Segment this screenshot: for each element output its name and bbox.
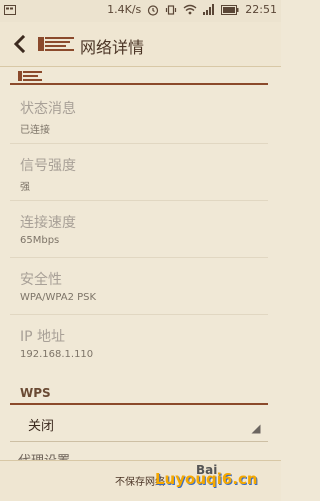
page-title: 网络详情 (80, 38, 145, 57)
app-bar: 网络详情 (0, 22, 281, 67)
brand-logo-icon (18, 71, 42, 81)
vibrate-icon (166, 4, 177, 15)
alarm-icon (148, 4, 159, 16)
detail-value: 192.168.1.110 (20, 349, 94, 360)
status-bar: 1.4K/s 22:51 (0, 0, 281, 22)
detail-title: 连接速度 (20, 215, 76, 231)
detail-item-ip-address[interactable]: IP 地址 192.168.1.110 (0, 316, 281, 372)
divider (10, 200, 268, 201)
battery-icon (221, 4, 239, 15)
detail-title: 状态消息 (20, 101, 76, 117)
detail-item-speed[interactable]: 连接速度 65Mbps (0, 202, 281, 258)
divider (10, 314, 268, 315)
signal-icon (203, 4, 215, 15)
notification-icon (4, 5, 16, 15)
detail-title: IP 地址 (20, 329, 66, 345)
dropdown-corner-icon (251, 424, 261, 434)
wps-selected-value: 关闭 (28, 419, 55, 434)
dropdown-underline (10, 441, 268, 442)
wps-dropdown[interactable]: 关闭 (0, 406, 281, 444)
clock: 22:51 (245, 3, 277, 16)
detail-item-signal[interactable]: 信号强度 强 (0, 145, 281, 201)
wifi-icon (183, 4, 197, 15)
back-arrow-icon[interactable] (10, 33, 30, 55)
detail-value: 已连接 (20, 125, 50, 136)
brand-logo-icon (38, 37, 74, 51)
site-watermark: Luyouqi6.cn (155, 470, 258, 488)
detail-value: 强 (20, 182, 30, 193)
network-speed: 1.4K/s (107, 3, 142, 16)
detail-item-status[interactable]: 状态消息 已连接 (0, 88, 281, 144)
section-divider (10, 403, 268, 405)
detail-title: 安全性 (20, 272, 62, 288)
section-divider (10, 83, 268, 85)
detail-title: 信号强度 (20, 158, 76, 174)
detail-value: WPA/WPA2 PSK (20, 292, 97, 303)
divider (10, 257, 268, 258)
wps-section-header: WPS (20, 386, 51, 400)
divider (10, 143, 268, 144)
detail-value: 65Mbps (20, 235, 60, 246)
detail-item-security[interactable]: 安全性 WPA/WPA2 PSK (0, 259, 281, 315)
